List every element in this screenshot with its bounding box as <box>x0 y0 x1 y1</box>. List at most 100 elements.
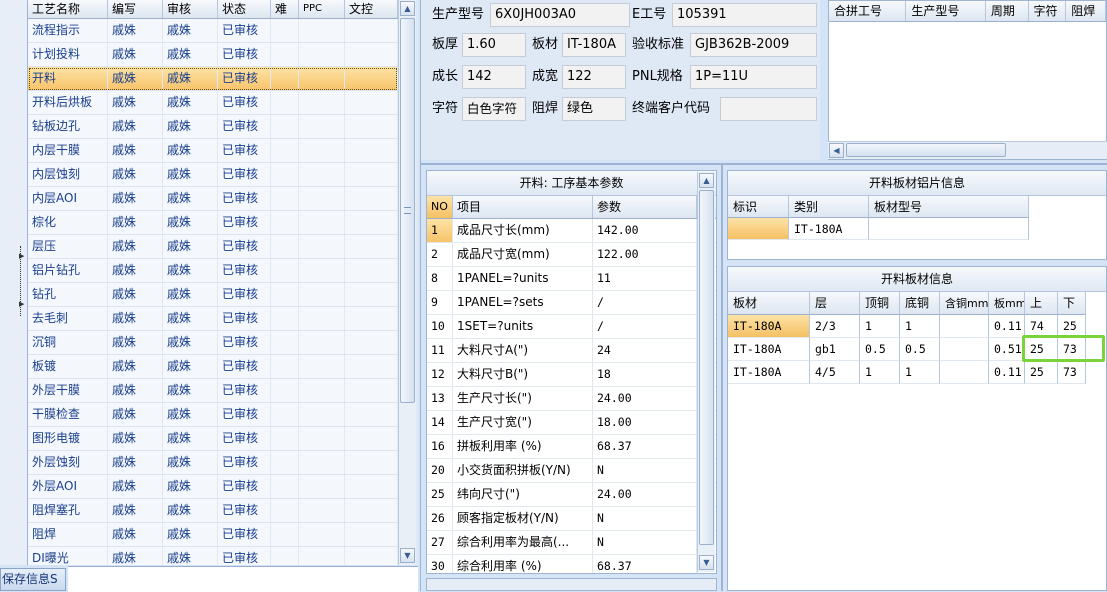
table-cell[interactable]: 戚姝 <box>163 331 218 354</box>
param-cell[interactable]: 13 <box>427 387 453 410</box>
table-cell[interactable] <box>299 139 345 162</box>
table-cell[interactable] <box>345 139 398 162</box>
table-cell[interactable] <box>299 163 345 186</box>
material-field[interactable]: IT-180A <box>562 33 626 57</box>
customer-code-field[interactable] <box>720 97 817 121</box>
board-cell[interactable]: 0.5 <box>900 338 940 361</box>
table-cell[interactable]: 已审核 <box>218 379 271 402</box>
table-cell[interactable] <box>271 187 299 210</box>
table-cell[interactable] <box>345 187 398 210</box>
table-cell[interactable] <box>299 427 345 450</box>
col-header-top[interactable]: 上 <box>1025 292 1058 315</box>
board-cell[interactable]: 2/3 <box>810 315 860 338</box>
scroll-thumb[interactable] <box>846 143 1006 157</box>
board-cell[interactable]: 1 <box>860 315 900 338</box>
table-cell[interactable] <box>345 523 398 546</box>
table-cell[interactable]: 铝片钻孔 <box>28 259 108 282</box>
table-cell[interactable]: 已审核 <box>218 307 271 330</box>
eno-field[interactable]: 105391 <box>672 3 817 27</box>
param-row[interactable]: 25 纬向尺寸(") 24.00 <box>427 483 716 507</box>
col-header-merge-no[interactable]: 合拼工号 <box>829 1 907 21</box>
table-cell[interactable] <box>299 355 345 378</box>
scroll-thumb[interactable] <box>699 190 714 545</box>
table-cell[interactable] <box>299 403 345 426</box>
table-cell[interactable]: 板镀 <box>28 355 108 378</box>
param-cell[interactable]: 成品尺寸长(mm) <box>453 219 593 242</box>
param-row[interactable]: 1 成品尺寸长(mm) 142.00 <box>427 219 716 243</box>
board-cell[interactable]: 1 <box>860 361 900 384</box>
table-cell[interactable] <box>345 475 398 498</box>
col-header-status[interactable]: 状态 <box>218 0 271 18</box>
table-row[interactable]: 沉铜 戚姝 戚姝 已审核 <box>28 331 398 355</box>
table-cell[interactable]: 戚姝 <box>108 115 163 138</box>
param-row[interactable]: 14 生产尺寸宽(") 18.00 <box>427 411 716 435</box>
param-cell[interactable]: / <box>593 315 697 338</box>
param-cell[interactable]: N <box>593 507 697 530</box>
param-cell[interactable]: 68.37 <box>593 435 697 458</box>
width-field[interactable]: 122 <box>562 65 626 89</box>
scroll-up-icon[interactable]: ▲ <box>699 173 714 188</box>
table-cell[interactable]: 戚姝 <box>163 163 218 186</box>
table-cell[interactable] <box>345 427 398 450</box>
table-cell[interactable] <box>271 19 299 42</box>
param-cell[interactable]: 142.00 <box>593 219 697 242</box>
table-cell[interactable] <box>345 259 398 282</box>
table-cell[interactable] <box>345 163 398 186</box>
table-row[interactable]: 钻板边孔 戚姝 戚姝 已审核 <box>28 115 398 139</box>
table-cell[interactable]: 已审核 <box>218 67 271 90</box>
param-cell[interactable]: 14 <box>427 411 453 434</box>
param-cell[interactable]: 2 <box>427 243 453 266</box>
param-cell[interactable]: 大料尺寸A(") <box>453 339 593 362</box>
table-cell[interactable]: 去毛刺 <box>28 307 108 330</box>
table-cell[interactable] <box>271 307 299 330</box>
table-cell[interactable]: 戚姝 <box>108 523 163 546</box>
table-cell[interactable]: 内层AOI <box>28 187 108 210</box>
param-cell[interactable]: 拼板利用率 (%) <box>453 435 593 458</box>
table-cell[interactable]: 戚姝 <box>163 67 218 90</box>
scroll-down-icon[interactable]: ▼ <box>699 555 714 570</box>
board-cell[interactable]: 0.11 <box>989 315 1025 338</box>
mask-field[interactable]: 绿色 <box>562 97 626 121</box>
table-cell[interactable]: 戚姝 <box>163 379 218 402</box>
col-header-layer[interactable]: 层 <box>810 292 860 315</box>
table-cell[interactable]: 外层AOI <box>28 475 108 498</box>
table-cell[interactable] <box>345 67 398 90</box>
table-cell[interactable]: 已审核 <box>218 91 271 114</box>
param-cell[interactable]: 生产尺寸宽(") <box>453 411 593 434</box>
table-cell[interactable]: 戚姝 <box>163 91 218 114</box>
table-cell[interactable]: 已审核 <box>218 523 271 546</box>
table-cell[interactable]: 戚姝 <box>163 547 218 565</box>
table-cell[interactable]: 戚姝 <box>163 259 218 282</box>
param-cell[interactable]: 综合利用率 (%) <box>453 555 593 573</box>
merge-grid-hscrollbar[interactable]: ◀ <box>828 141 1107 159</box>
table-cell[interactable]: 已审核 <box>218 115 271 138</box>
foil-cell-category[interactable]: IT-180A <box>789 218 869 240</box>
table-cell[interactable] <box>271 259 299 282</box>
table-cell[interactable] <box>271 283 299 306</box>
table-cell[interactable]: 已审核 <box>218 403 271 426</box>
col-header-copper-mm[interactable]: 含铜mm <box>940 292 989 315</box>
table-row[interactable]: 铝片钻孔 戚姝 戚姝 已审核 <box>28 259 398 283</box>
param-cell[interactable]: 纬向尺寸(") <box>453 483 593 506</box>
col-header-difficulty[interactable]: 难 <box>271 0 299 18</box>
table-cell[interactable] <box>345 307 398 330</box>
table-cell[interactable] <box>345 403 398 426</box>
table-cell[interactable] <box>271 211 299 234</box>
param-cell[interactable]: 122.00 <box>593 243 697 266</box>
table-cell[interactable]: 戚姝 <box>108 91 163 114</box>
table-cell[interactable]: 已审核 <box>218 451 271 474</box>
table-row[interactable]: 棕化 戚姝 戚姝 已审核 <box>28 211 398 235</box>
col-header-top-copper[interactable]: 顶铜 <box>860 292 900 315</box>
thickness-field[interactable]: 1.60 <box>462 33 526 57</box>
param-row[interactable]: 12 大料尺寸B(") 18 <box>427 363 716 387</box>
col-header-mark[interactable]: 标识 <box>728 196 789 218</box>
table-cell[interactable] <box>299 523 345 546</box>
table-cell[interactable]: 戚姝 <box>163 235 218 258</box>
param-cell[interactable]: 综合利用率为最高(... <box>453 531 593 554</box>
table-cell[interactable] <box>299 283 345 306</box>
table-cell[interactable]: 戚姝 <box>163 139 218 162</box>
param-cell[interactable]: 24.00 <box>593 483 697 506</box>
table-cell[interactable]: 戚姝 <box>163 475 218 498</box>
table-cell[interactable]: 戚姝 <box>108 547 163 565</box>
length-field[interactable]: 142 <box>462 65 526 89</box>
